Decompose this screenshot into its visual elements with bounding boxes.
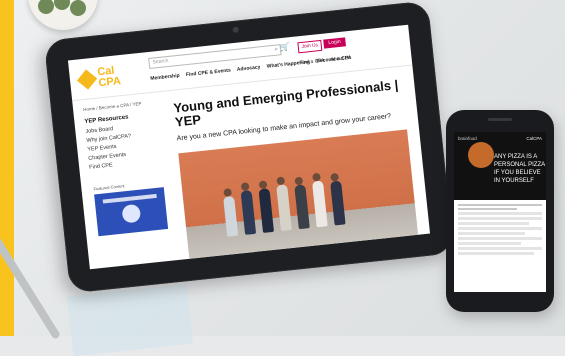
tablet-device: Cal CPA Search ⌕ 🛒 Join Us Login Members…	[43, 0, 455, 294]
yellow-stripe	[0, 0, 14, 336]
pizza-ad-banner[interactable]: brainfood CalCPA ANY PIZZA IS A PERSONAL…	[454, 132, 546, 200]
join-button[interactable]: Join Us	[297, 39, 323, 54]
nav-item-find-cpa[interactable]: Find a CPA	[299, 58, 325, 67]
sidebar-title: YEP Resources	[84, 114, 129, 126]
ad-line-3: IF YOU BELIEVE	[494, 170, 541, 176]
phone-device: brainfood CalCPA ANY PIZZA IS A PERSONAL…	[446, 110, 554, 312]
featured-promo-card[interactable]	[94, 187, 169, 237]
breadcrumb: Home / Become a CPA / YEP	[82, 101, 142, 113]
nav-item-about-us[interactable]: About Us	[330, 55, 351, 63]
featured-label: Featured Content	[93, 183, 125, 192]
pizza-image	[468, 142, 494, 168]
phone-speaker	[488, 118, 512, 121]
cart-icon[interactable]: 🛒	[279, 42, 290, 52]
nav-item-membership[interactable]: Membership	[150, 73, 180, 82]
calcpa-logo[interactable]: Cal CPA	[76, 64, 133, 96]
nav-item-advocacy[interactable]: Advocacy	[237, 64, 261, 72]
login-button[interactable]: Login	[323, 37, 347, 49]
phone-article	[458, 204, 542, 257]
tablet-screen: Cal CPA Search ⌕ 🛒 Join Us Login Members…	[67, 24, 431, 270]
ad-calcpa-logo: CalCPA	[526, 136, 542, 141]
hero-photo	[178, 129, 419, 259]
ad-brand: brainfood	[458, 136, 477, 141]
phone-screen: brainfood CalCPA ANY PIZZA IS A PERSONAL…	[454, 132, 546, 292]
nav-item-cpe-events[interactable]: Find CPE & Events	[186, 68, 231, 79]
search-placeholder: Search	[152, 57, 169, 66]
ad-line-4: IN YOURSELF	[494, 178, 534, 184]
promo-illustration	[121, 203, 142, 224]
logo-mark-icon	[76, 69, 98, 90]
ad-line-2: PERSONAL PIZZA	[494, 162, 546, 168]
search-icon[interactable]: ⌕	[274, 45, 278, 54]
sidebar-list: Jobs Board Why join CalCPA? YEP Events C…	[85, 124, 134, 173]
secondary-nav: Find a CPA About Us	[299, 54, 356, 66]
ad-line-1: ANY PIZZA IS A	[494, 154, 538, 160]
logo-text-line2: CPA	[97, 75, 122, 90]
tablet-camera	[232, 26, 239, 34]
